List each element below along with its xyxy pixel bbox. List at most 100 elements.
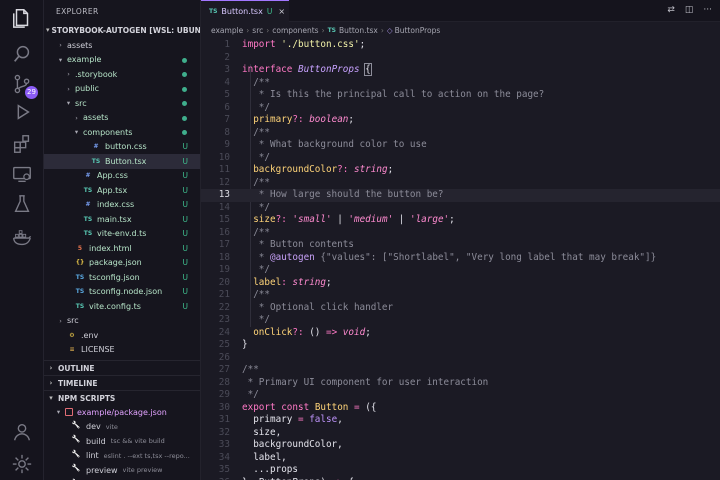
tree-item[interactable]: TS Button.tsx U [44,154,200,169]
code-line: 4 /** [201,77,720,90]
tree-item[interactable]: › assets [44,111,200,126]
code-token: } [242,339,248,350]
npm-script-item[interactable]: 🔧 lint eslint . --ext ts,tsx --repo... [44,449,200,464]
tree-item[interactable]: ⚙ .env [44,328,200,343]
breadcrumb-item[interactable]: Button.tsx [339,26,378,35]
tree-item[interactable]: TS tsconfig.json U [44,270,200,285]
split-editor-icon[interactable]: ◫ [685,5,694,15]
source-control-icon[interactable]: 29 [10,72,38,99]
tree-item[interactable]: TS vite-env.d.ts U [44,227,200,242]
accounts-icon[interactable] [10,420,34,444]
code-token: */ [242,201,270,213]
tree-item[interactable]: › .storybook [44,67,200,82]
code-line: 35 ...props [201,464,720,477]
chevron-down-icon: ▾ [58,55,63,64]
workspace-header[interactable]: ▾ STORYBOOK-AUTOGEN [WSL: UBUNTU] [44,22,200,38]
docker-icon[interactable] [10,226,34,250]
testing-icon[interactable] [10,192,34,216]
tree-item[interactable]: ▾ components [44,125,200,140]
tree-item[interactable]: # App.css U [44,169,200,184]
tree-item[interactable]: # index.css U [44,198,200,213]
timeline-section[interactable]: › TIMELINE [44,375,200,390]
breadcrumb-item[interactable]: components [272,26,318,35]
tree-item[interactable]: ▾ example [44,53,200,68]
breadcrumb-item[interactable]: example [211,26,243,35]
code-text: */ [242,202,270,215]
code-text: backgroundColor?: string; [242,164,393,177]
run-debug-icon[interactable] [10,100,34,124]
line-number: 21 [218,289,230,300]
chevron-down-icon: ▾ [46,26,50,34]
code-text: primary?: boolean; [242,114,354,127]
code-line: 12 /** [201,177,720,190]
code-token: /** [242,76,270,88]
code-token: onClick [253,326,293,338]
code-token: * Button contents [242,239,354,250]
tree-item[interactable]: › src [44,314,200,329]
tree-item[interactable]: TS App.tsx U [44,183,200,198]
tree-item[interactable]: 5 index.html U [44,241,200,256]
code-line: 31 primary = false, [201,414,720,427]
line-number: 31 [218,414,230,425]
code-token: { [364,63,372,76]
npm-script-item[interactable]: 🔧 build tsc && vite build [44,434,200,449]
tree-item[interactable]: TS tsconfig.node.json U [44,285,200,300]
code-text: } [242,339,248,352]
breadcrumb-item[interactable]: ButtonProps [395,26,441,35]
code-text: * @autogen {"values": ["Shortlabel", "Ve… [242,252,656,265]
code-token: => [325,326,338,338]
code-editor[interactable]: 1 import './button.css'; 2 3 interface Butto… [201,38,720,480]
code-line: 2 [201,52,720,65]
tree-item[interactable]: › public [44,82,200,97]
interface-symbol-icon: ◇ [386,25,393,35]
npm-package-file[interactable]: ▾ example/package.json [44,405,200,420]
tree-item[interactable]: # button.css U [44,140,200,155]
tree-item[interactable]: TS vite.config.ts U [44,299,200,314]
settings-icon[interactable] [10,452,34,476]
explorer-icon[interactable] [10,6,34,30]
outline-section[interactable]: › OUTLINE [44,360,200,375]
close-icon[interactable]: × [278,7,285,16]
npm-script-item[interactable]: 🔧 dev vite [44,420,200,435]
code-token: => [332,477,343,480]
line-number: 7 [224,114,230,125]
tree-item[interactable]: ▾ src [44,96,200,111]
code-text: backgroundColor, [242,439,343,452]
line-number: 2 [224,51,230,63]
code-line: 13 * How large should the button be? [201,189,720,202]
code-token: ; [326,276,332,288]
tree-item[interactable]: {} package.json U [44,256,200,271]
npm-script-command: tsc && vite build [110,437,165,446]
npm-script-item[interactable]: 🔧 preview vite preview [44,463,200,478]
extensions-icon[interactable] [10,132,34,156]
compare-changes-icon[interactable]: ⇄ [667,5,675,15]
tree-item[interactable]: ≡ LICENSE [44,343,200,358]
tree-item-label: assets [67,40,93,50]
code-text: * Primary UI component for user interact… [242,377,489,390]
wrench-icon: 🔧 [71,449,81,458]
tree-item[interactable]: › assets [44,38,200,53]
remote-explorer-icon[interactable] [10,162,34,186]
search-icon[interactable] [10,42,34,66]
more-actions-icon[interactable]: ··· [703,5,712,15]
tree-item[interactable]: TS main.tsx U [44,212,200,227]
npm-scripts-title: NPM SCRIPTS [58,393,116,403]
typescript-file-icon: TS [327,26,337,34]
npm-script-name: build [86,436,106,446]
code-token: props [270,464,298,475]
breadcrumb-item[interactable]: src [252,26,263,35]
tab-button-tsx[interactable]: TS Button.tsx U × [201,0,289,22]
line-number: 27 [218,364,230,375]
npm-scripts-section[interactable]: ▾ NPM SCRIPTS [44,390,200,405]
html-file-icon: 5 [77,244,83,252]
css-file-icon: # [85,201,91,209]
code-token: {"values": ["Shortlabel", "Very long lab… [314,251,657,263]
code-token: backgroundColor, [242,439,343,450]
timeline-title: TIMELINE [58,378,98,388]
npm-script-command: vite [105,422,118,431]
code-text: * Is this the principal call to action o… [242,89,544,102]
chevron-right-icon: › [380,25,384,35]
chevron-down-icon: ▾ [56,408,61,417]
code-token: primary [253,114,293,125]
code-text: label, [242,452,287,465]
